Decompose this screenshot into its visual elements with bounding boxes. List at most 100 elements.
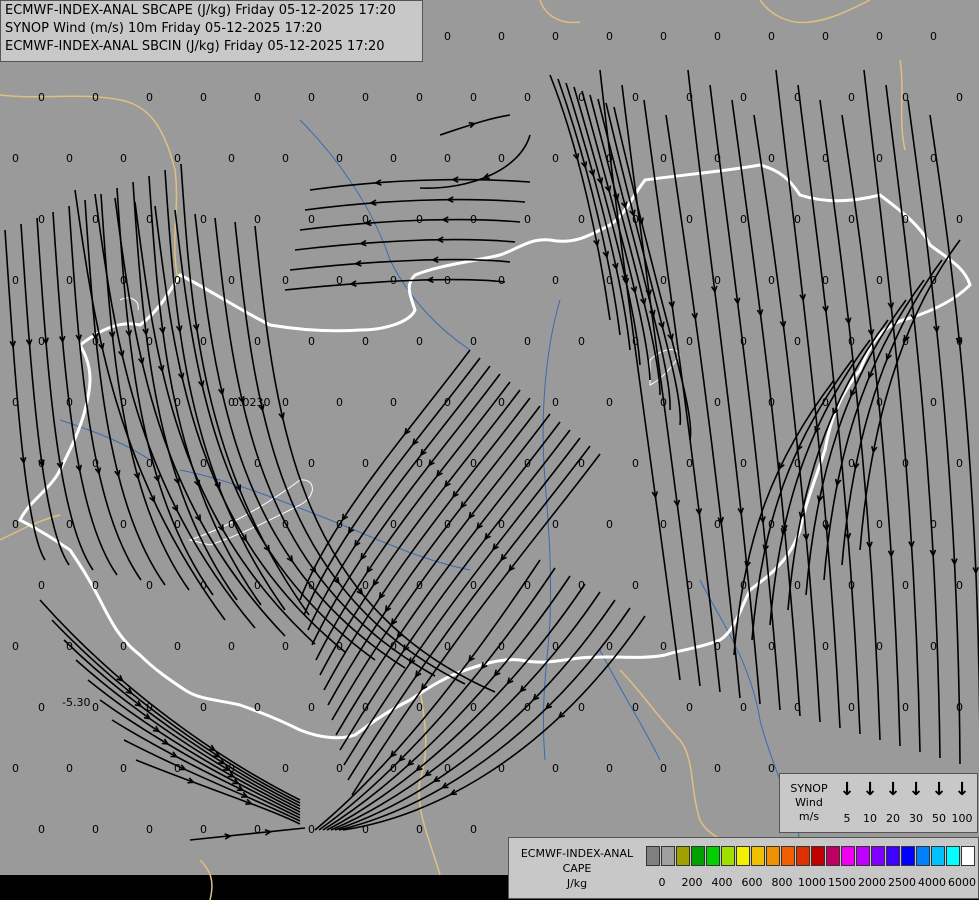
cape-value-label: 0 — [38, 213, 45, 226]
cape-value-label: 0 — [362, 91, 369, 104]
cape-value-label: 0 — [848, 457, 855, 470]
cape-color-legend: ECMWF-INDEX-ANAL CAPE J/kg 0 200 400 600 800… — [508, 837, 979, 899]
cape-value-label: 0 — [660, 152, 667, 165]
synop-title-line: Wind — [795, 796, 823, 809]
cape-value-label: 0 — [174, 640, 181, 653]
cape-value-label: 0 — [606, 274, 613, 287]
cape-value-label: 0 — [606, 396, 613, 409]
cape-value-label: 0 — [930, 274, 937, 287]
cape-value-label: 0 — [848, 213, 855, 226]
cape-value-label: 0 — [416, 213, 423, 226]
cape-color-swatch — [916, 846, 930, 866]
cape-value-label: 0 — [578, 213, 585, 226]
header-line-cape: ECMWF-INDEX-ANAL SBCAPE (J/kg) Friday 05… — [5, 3, 396, 18]
cape-value-label: 0 — [416, 91, 423, 104]
cape-value-label: 0 — [956, 213, 963, 226]
cape-value-label: 0 — [714, 640, 721, 653]
cape-value-label: 0 — [200, 579, 207, 592]
cape-value-label: 0 — [336, 762, 343, 775]
cape-tick-label: 200 — [681, 876, 703, 889]
arrow-down-icon: ↓ — [839, 779, 855, 800]
cape-color-swatch — [961, 846, 975, 866]
cape-tick-label: 400 — [711, 876, 733, 889]
cape-value-label: 0 — [362, 823, 369, 836]
cape-value-label: 0 — [38, 91, 45, 104]
map-header: ECMWF-INDEX-ANAL SBCAPE (J/kg) Friday 05… — [0, 0, 423, 62]
cape-legend-title: ECMWF-INDEX-ANAL CAPE J/kg — [513, 846, 641, 891]
cape-tick-label: 800 — [771, 876, 793, 889]
cape-value-label: 0 — [740, 579, 747, 592]
cape-value-label: 0 — [390, 640, 397, 653]
cape-color-swatch — [646, 846, 660, 866]
cape-value-label: 0 — [740, 457, 747, 470]
cape-value-label: 0 — [12, 762, 19, 775]
cape-color-swatch — [751, 846, 765, 866]
cape-value-label: 0 — [794, 579, 801, 592]
cape-value-label: 0 — [686, 579, 693, 592]
cape-value-label: 0 — [444, 30, 451, 43]
cape-value-label: 0 — [336, 274, 343, 287]
cape-color-swatch — [871, 846, 885, 866]
arrow-down-icon: ↓ — [908, 779, 924, 800]
cape-value-label: 0 — [686, 457, 693, 470]
cape-value-label: 0 — [876, 152, 883, 165]
cape-value-label: 0 — [660, 274, 667, 287]
cape-value-label: 0 — [524, 91, 531, 104]
cape-value-label: 0 — [92, 335, 99, 348]
cape-value-label: 0 — [66, 274, 73, 287]
cape-value-label: 0 — [200, 335, 207, 348]
cape-value-label: 0 — [308, 213, 315, 226]
weather-map: 0 0 0 0 0 0 0 0 0 0 0 0 0 0 0 0 0 0 0 0 0 0 0 0 0 0 0 0 0 0 0 0 0 0 0 0 0 0 0 0… — [0, 0, 979, 900]
cape-value-label: 0 — [660, 396, 667, 409]
cape-value-label: 0 — [308, 579, 315, 592]
cape-value-label: 0 — [498, 274, 505, 287]
cape-value-label: 0 — [578, 701, 585, 714]
cape-value-label: 0 — [228, 152, 235, 165]
cape-value-label: 0 — [254, 335, 261, 348]
header-line-synop: SYNOP Wind (m/s) 10m Friday 05-12-2025 1… — [5, 21, 323, 36]
cape-value-label: 0 — [470, 91, 477, 104]
cape-value-label: 0 — [902, 579, 909, 592]
cape-value-label: 0 — [12, 640, 19, 653]
cape-value-label: 0 — [416, 335, 423, 348]
synop-legend-title: SYNOP Wind m/s — [784, 782, 834, 824]
cape-value-label: 0 — [876, 30, 883, 43]
cape-value-label: 0 — [362, 579, 369, 592]
cape-value-label: 0 — [362, 701, 369, 714]
cape-value-label: 0 — [606, 152, 613, 165]
cape-value-label: 0 — [606, 518, 613, 531]
cape-value-label: 0 — [794, 457, 801, 470]
cape-value-label: 0 — [956, 701, 963, 714]
cape-value-label: 0 — [444, 152, 451, 165]
arrow-down-icon: ↓ — [954, 779, 970, 800]
cape-value-label: 0 — [120, 152, 127, 165]
cape-value-label: 0 — [498, 762, 505, 775]
cape-value-label: 0 — [470, 335, 477, 348]
cape-color-swatch — [901, 846, 915, 866]
cape-value-label: 0 — [470, 823, 477, 836]
cape-value-label: 0 — [956, 335, 963, 348]
cape-tick-label: 600 — [741, 876, 763, 889]
cape-color-swatch — [781, 846, 795, 866]
synop-scale-value: 100 — [951, 812, 973, 825]
cape-tick-label: 1000 — [798, 876, 826, 889]
cape-title-line: ECMWF-INDEX-ANAL — [520, 847, 634, 860]
cape-value-label: 0 — [146, 335, 153, 348]
cape-value-label: 0 — [524, 579, 531, 592]
cape-value-label: 0 — [848, 701, 855, 714]
cape-value-label: 0 — [228, 274, 235, 287]
cape-value-label: 0 — [390, 274, 397, 287]
cape-value-label: 0 — [66, 640, 73, 653]
cape-value-label: 0 — [444, 396, 451, 409]
cape-value-label: 0 — [416, 579, 423, 592]
cape-color-swatch — [691, 846, 705, 866]
cape-color-swatch — [946, 846, 960, 866]
cape-value-label: 0 — [120, 274, 127, 287]
cape-value-label: 0 — [308, 91, 315, 104]
cape-value-label: 0 — [714, 152, 721, 165]
cape-value-label: 0 — [902, 91, 909, 104]
cape-value-label: 0 — [66, 518, 73, 531]
cape-value-label: 0 — [470, 457, 477, 470]
cape-value-label: 0 — [416, 701, 423, 714]
cape-value-label: 0 — [660, 518, 667, 531]
